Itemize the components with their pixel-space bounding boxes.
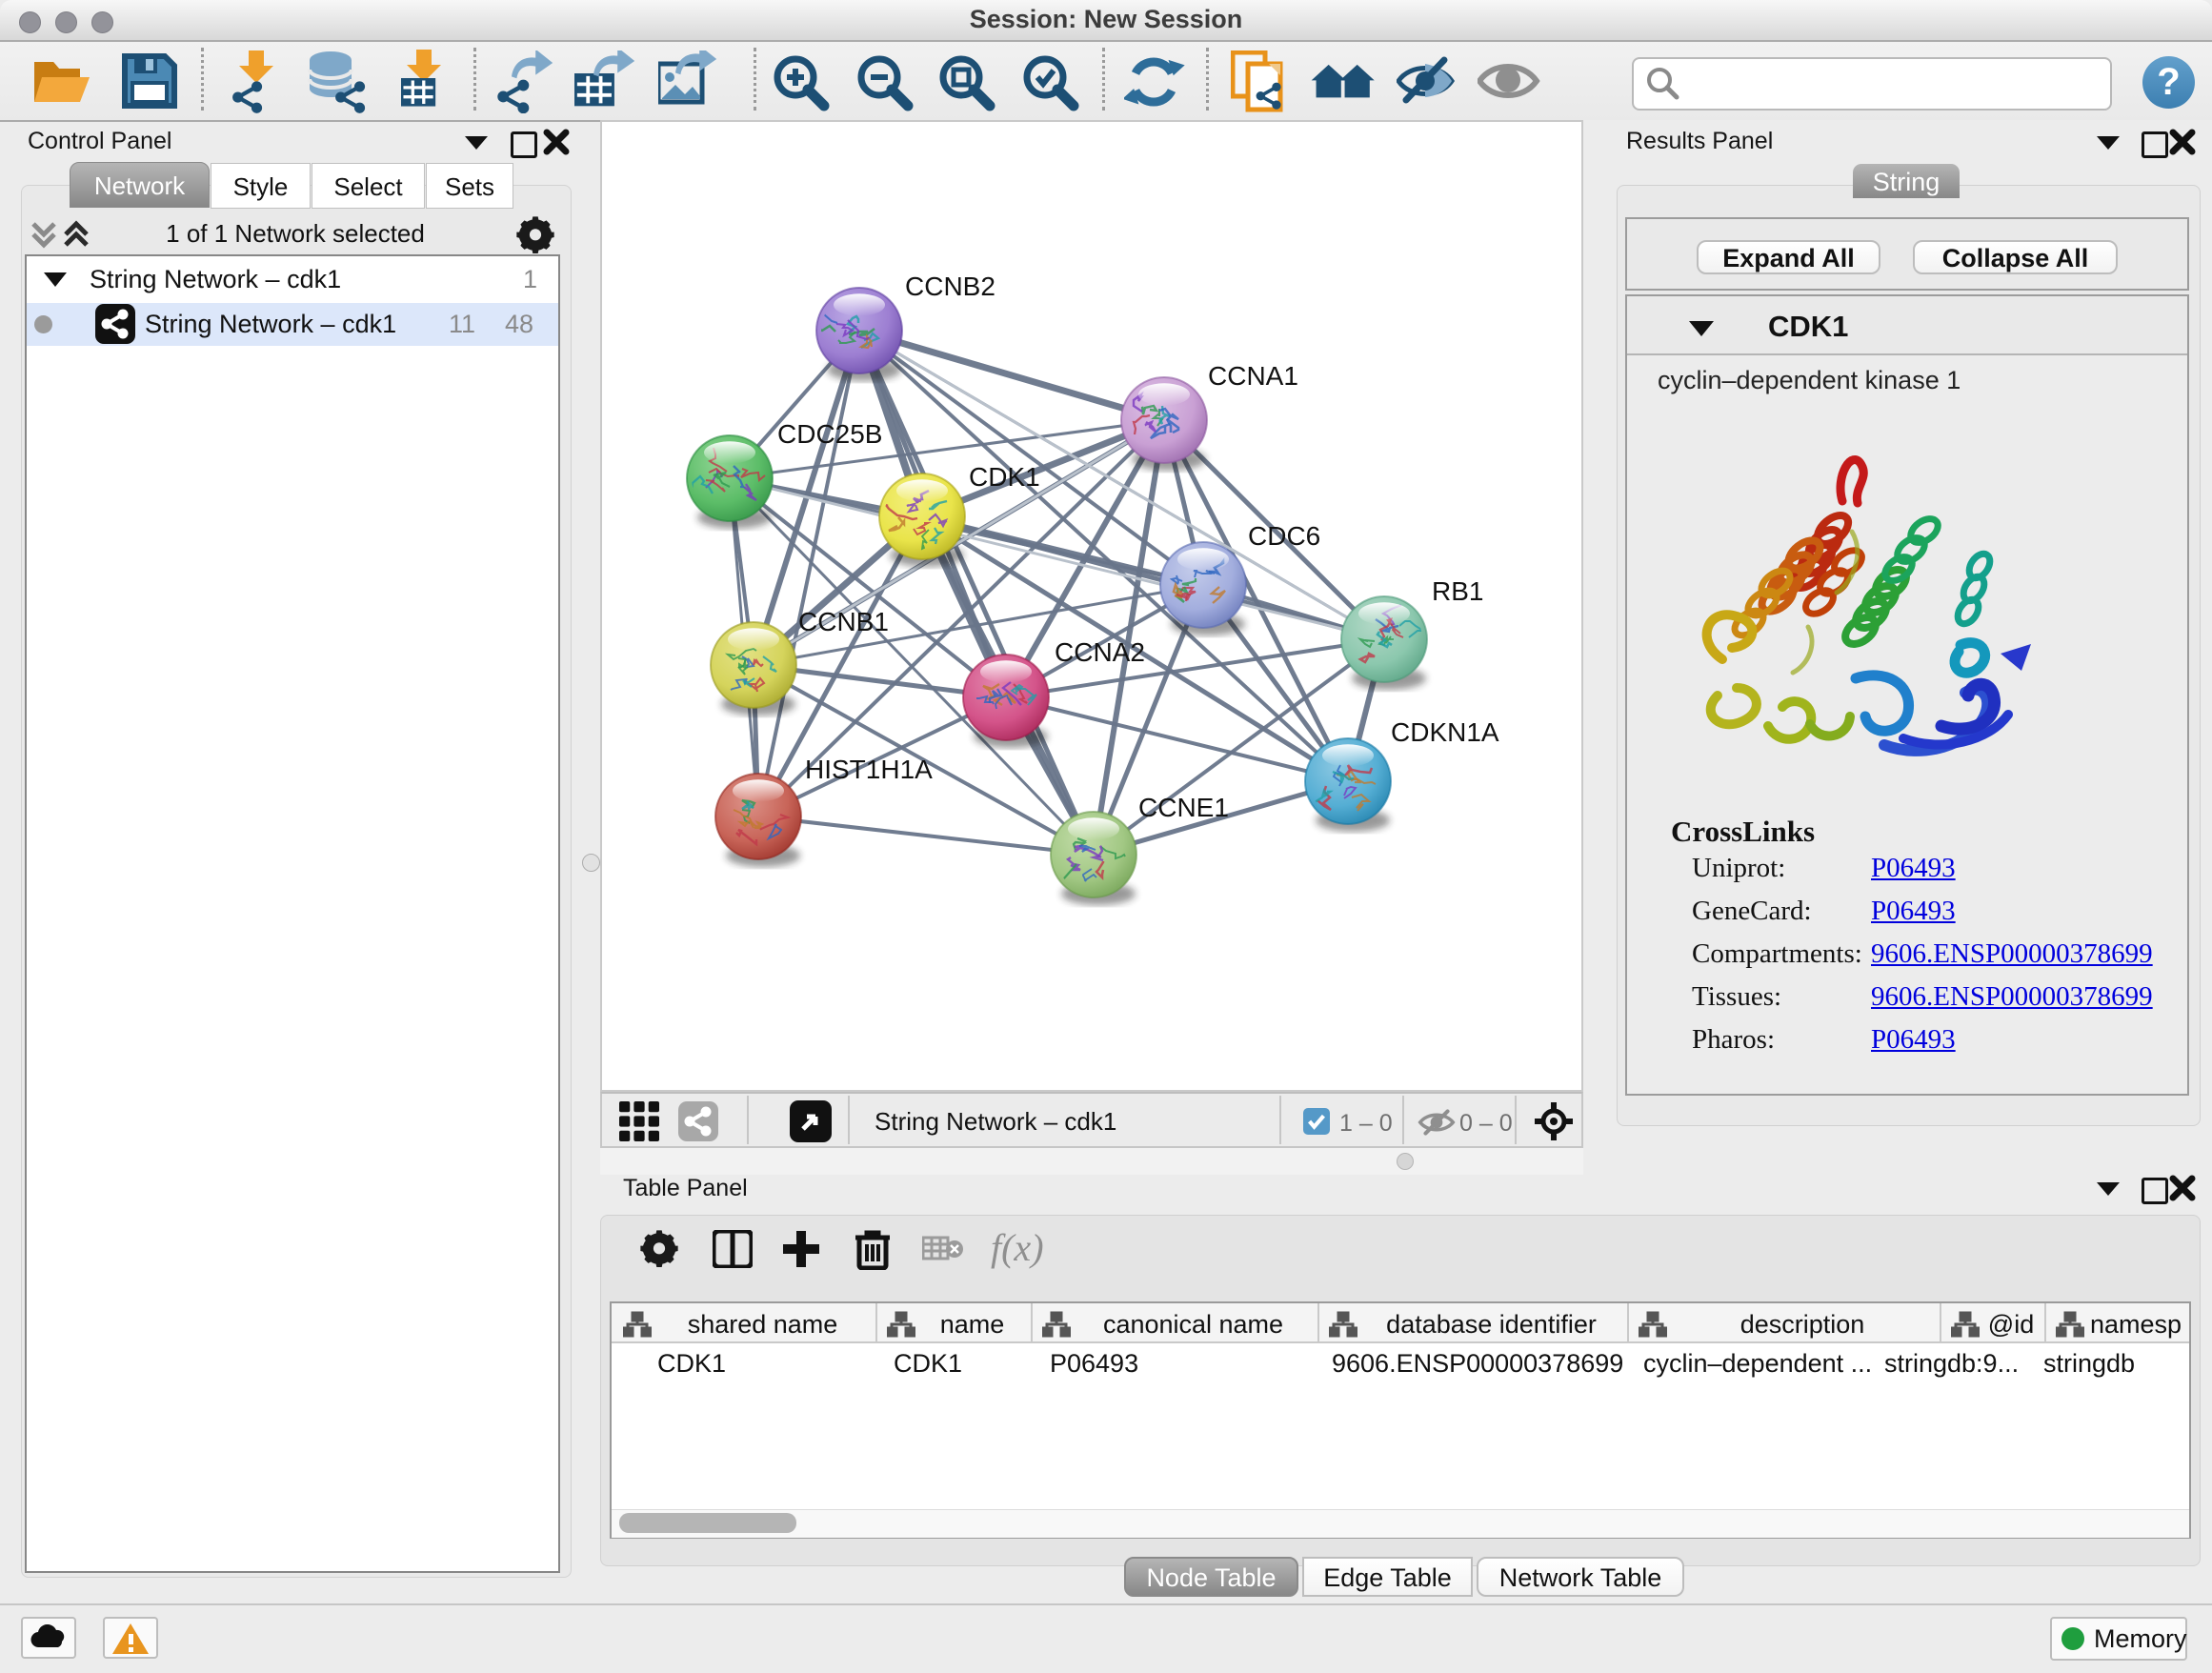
svg-text:CCNB2: CCNB2 [905,272,995,301]
svg-text:CCNE1: CCNE1 [1138,793,1229,822]
svg-text:RB1: RB1 [1432,576,1483,606]
svg-text:CCNB1: CCNB1 [798,607,889,636]
svg-text:CDC6: CDC6 [1248,521,1320,551]
svg-text:CDC25B: CDC25B [777,419,882,449]
svg-text:CCNA2: CCNA2 [1055,637,1145,667]
svg-text:CDKN1A: CDKN1A [1391,717,1499,747]
svg-text:HIST1H1A: HIST1H1A [805,755,933,784]
svg-text:CDK1: CDK1 [969,462,1040,492]
svg-text:CCNA1: CCNA1 [1208,361,1298,391]
